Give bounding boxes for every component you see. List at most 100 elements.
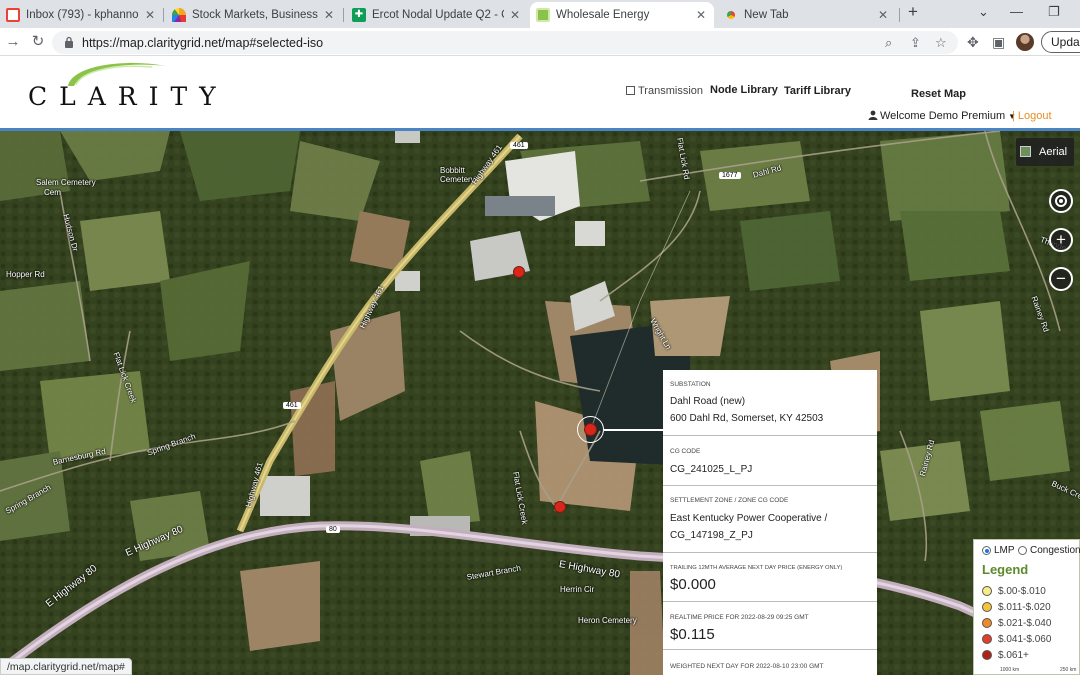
settlement-zone-section: SETTLEMENT ZONE / ZONE CG CODE East Kent… xyxy=(663,486,877,553)
aerial-label: Aerial xyxy=(1039,146,1068,158)
close-icon[interactable]: ✕ xyxy=(694,8,708,22)
reset-map-button[interactable]: Reset Map xyxy=(911,88,966,100)
tab-separator xyxy=(343,8,344,22)
tariff-library-link[interactable]: Tariff Library xyxy=(784,85,851,97)
substation-label: SUBSTATION xyxy=(670,381,711,388)
close-icon[interactable]: ✕ xyxy=(508,8,522,22)
scale-label-right: 250 km xyxy=(1060,667,1077,673)
address-bar[interactable]: https://map.claritygrid.net/map#selected… xyxy=(52,31,958,54)
legend-swatch xyxy=(982,650,992,660)
extensions-puzzle-icon[interactable]: ✥ xyxy=(967,34,979,51)
browser-tab-strip: Inbox (793) - kphannon@clarityg ✕ Stock … xyxy=(0,0,1080,28)
close-icon[interactable]: ✕ xyxy=(876,8,890,22)
lmp-label: LMP xyxy=(994,545,1015,556)
browser-toolbar: → ↻ https://map.claritygrid.net/map#sele… xyxy=(0,28,1080,56)
user-icon xyxy=(868,110,878,123)
tab-separator xyxy=(163,8,164,22)
tab-title: New Tab xyxy=(744,9,789,21)
settlement-zone-label: SETTLEMENT ZONE / ZONE CG CODE xyxy=(670,497,789,504)
tab-title: Inbox (793) - kphannon@clarityg xyxy=(26,9,139,21)
close-icon[interactable]: ✕ xyxy=(322,8,336,22)
map-label: Cem xyxy=(44,188,61,197)
tab-stock-markets[interactable]: Stock Markets, Business News, F ✕ xyxy=(166,2,342,28)
price-node-marker[interactable] xyxy=(554,501,566,513)
forward-arrow-icon[interactable]: → xyxy=(4,33,22,51)
trailing-price-label: TRAILING 12mth AVERAGE NEXT DAY PRICE (E… xyxy=(670,565,843,571)
tab-ercot-sheet[interactable]: ✚ Ercot Nodal Update Q2 - Google ✕ xyxy=(346,2,528,28)
close-icon[interactable]: ✕ xyxy=(143,8,157,22)
legend-swatch xyxy=(982,586,992,596)
aerial-map[interactable]: Salem Cemetery Cem Hopper Rd Hudson Dr B… xyxy=(0,131,1080,675)
lmp-radio[interactable] xyxy=(982,546,991,555)
share-icon[interactable]: ⇪ xyxy=(910,35,921,51)
tab-wholesale-energy[interactable]: Wholesale Energy ✕ xyxy=(530,2,714,28)
node-info-popup: SUBSTATION Dahl Road (new) 600 Dahl Rd, … xyxy=(663,370,877,675)
route-shield: 1677 xyxy=(719,172,741,179)
cg-code-section: CG CODE CG_241025_L_PJ xyxy=(663,436,877,486)
map-label: Herrin Cir xyxy=(560,585,595,594)
congestion-radio[interactable] xyxy=(1018,546,1027,555)
zoom-out-button[interactable]: − xyxy=(1049,267,1073,291)
zoom-in-button[interactable]: + xyxy=(1049,228,1073,252)
transmission-label: Transmission xyxy=(638,85,703,97)
realtime-price-label: REALTIME PRICE FOR 2022-08-29 09:25 GMT xyxy=(670,614,809,621)
satellite-imagery xyxy=(0,131,1080,675)
settlement-zone-line2: CG_147198_Z_PJ xyxy=(670,530,753,541)
reload-icon[interactable]: ↻ xyxy=(29,33,47,51)
profile-avatar[interactable] xyxy=(1016,33,1034,51)
tab-title: Wholesale Energy xyxy=(556,9,650,21)
minimize-icon[interactable]: — xyxy=(1010,4,1023,19)
realtime-price-section: REALTIME PRICE FOR 2022-08-29 09:25 GMT … xyxy=(663,602,877,650)
weighted-price-section: WEIGHTED NEXT DAY FOR 2022-08-10 23:00 G… xyxy=(663,650,877,675)
map-legend: LMP Congestion Legend $.00-$.010 $.011-$… xyxy=(973,539,1080,675)
map-label: Hopper Rd xyxy=(6,270,45,279)
node-library-link[interactable]: Node Library xyxy=(710,84,778,96)
zoom-search-icon[interactable]: ⌕ xyxy=(885,35,892,51)
legend-range-label: $.041-$.060 xyxy=(998,634,1052,645)
clarity-icon xyxy=(536,8,550,22)
bookmark-star-icon[interactable]: ☆ xyxy=(935,35,947,51)
price-node-marker-selected[interactable] xyxy=(584,423,597,436)
legend-title: Legend xyxy=(982,562,1029,577)
substation-name: Dahl Road (new) xyxy=(670,396,746,407)
tab-separator xyxy=(899,8,900,22)
cg-code-value: CG_241025_L_PJ xyxy=(670,464,753,475)
route-shield: 80 xyxy=(326,526,340,533)
clarity-logo[interactable]: CLARITY xyxy=(28,82,228,111)
aerial-layer-toggle[interactable]: Aerial xyxy=(1016,138,1074,166)
legend-swatch xyxy=(982,618,992,628)
side-panel-icon[interactable]: ▣ xyxy=(992,34,1005,51)
sheets-icon: ✚ xyxy=(352,8,366,22)
popup-connector-line xyxy=(604,429,663,431)
price-node-marker[interactable] xyxy=(513,266,525,278)
trailing-price-section: TRAILING 12mth AVERAGE NEXT DAY PRICE (E… xyxy=(663,553,877,602)
tab-new-tab[interactable]: New Tab ✕ xyxy=(718,2,896,28)
update-button[interactable]: Update xyxy=(1041,31,1080,53)
new-tab-button[interactable]: + xyxy=(908,2,918,22)
locate-target-icon[interactable] xyxy=(1049,189,1073,213)
chrome-icon xyxy=(724,8,738,22)
legend-swatch xyxy=(982,634,992,644)
lock-icon xyxy=(65,36,73,48)
transmission-checkbox[interactable] xyxy=(626,86,635,95)
route-shield: 461 xyxy=(283,402,301,409)
map-label: Heron Cemetery xyxy=(578,616,637,625)
url-text: https://map.claritygrid.net/map#selected… xyxy=(82,36,324,50)
nbc-icon xyxy=(172,8,186,22)
legend-range-label: $.021-$.040 xyxy=(998,618,1052,629)
scale-label-left: 1000 km xyxy=(1000,667,1020,673)
tab-title: Stock Markets, Business News, F xyxy=(192,9,318,21)
browser-status-url: /map.claritygrid.net/map# xyxy=(0,658,132,675)
logout-link[interactable]: | Logout xyxy=(1012,110,1052,122)
tab-inbox[interactable]: Inbox (793) - kphannon@clarityg ✕ xyxy=(0,2,163,28)
trailing-price-value: $0.000 xyxy=(670,576,716,593)
realtime-price-value: $0.115 xyxy=(670,626,715,643)
legend-range-label: $.011-$.020 xyxy=(998,602,1051,613)
tab-search-chevron-icon[interactable]: ⌄ xyxy=(978,4,989,20)
weighted-price-label: WEIGHTED NEXT DAY FOR 2022-08-10 23:00 G… xyxy=(670,663,824,670)
welcome-user-dropdown[interactable]: Welcome Demo Premium ▼ xyxy=(880,110,1016,122)
congestion-label: Congestion xyxy=(1030,545,1080,556)
app-header: CLARITY Transmission Node Library Tariff… xyxy=(0,56,1080,131)
legend-swatch xyxy=(982,602,992,612)
restore-icon[interactable]: ❐ xyxy=(1048,4,1060,20)
